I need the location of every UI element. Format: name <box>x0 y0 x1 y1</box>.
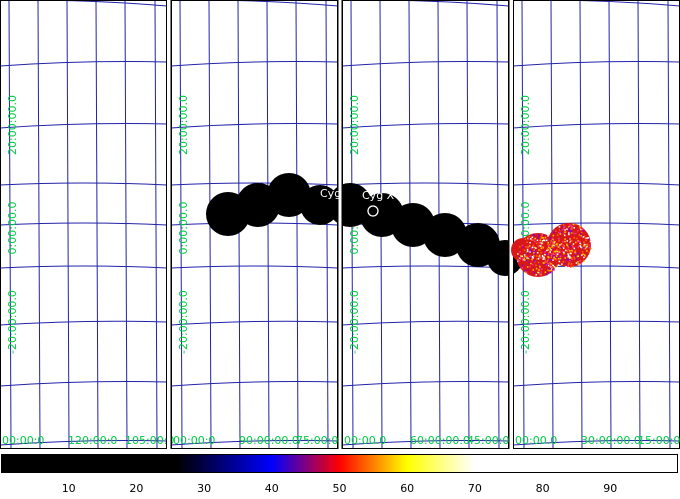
grid-parallel <box>513 381 680 387</box>
colorbar-tick-label: 30 <box>197 482 212 495</box>
ra-label: 60:00:00.0 <box>410 434 470 447</box>
dec-label: -20:00:00.0 <box>177 290 190 354</box>
grid-parallel <box>513 61 680 67</box>
panel-gap <box>509 0 513 449</box>
ra-label: 120:00:0 <box>68 434 117 447</box>
ra-label: 00:00.0 <box>515 434 557 447</box>
grid-parallel <box>171 320 338 326</box>
grid-parallel <box>342 265 509 269</box>
panel-gap <box>338 0 342 449</box>
colorbar-tick-label: 60 <box>400 482 415 495</box>
grid-parallel <box>171 381 338 387</box>
panel-gap <box>167 0 171 449</box>
sky-panel-1[interactable]: 20:00:00.0 0:00:00.0 -20:00:00.0 00:00:0 120… <box>0 0 174 449</box>
grid-parallel <box>0 123 167 129</box>
dec-label: -20:00:00.0 <box>348 290 361 354</box>
ra-label: 00:00:0 <box>2 434 44 447</box>
dec-label: 0:00:00.0 <box>177 202 190 255</box>
ra-label: 15:00:0 <box>638 434 680 447</box>
sky-map-panels[interactable]: 20:00:00.0 0:00:00.0 -20:00:00.0 00:00:0 120… <box>0 0 680 454</box>
grid-parallel <box>342 320 509 326</box>
sky-panel-4[interactable]: 20:00:00.00:00:00.0-20:00:00.000:00.0 30:… <box>513 0 680 449</box>
colorbar-tick-label: 40 <box>264 482 279 495</box>
ra-label: 30:00:00.0 <box>581 434 641 447</box>
grid-parallel <box>0 61 167 67</box>
grid-parallel <box>513 123 680 129</box>
source-label: Cyg X-1 <box>362 189 405 202</box>
grid-parallel <box>0 222 167 226</box>
dec-label: 20:00:00.0 <box>348 95 361 155</box>
grid-parallel <box>0 320 167 326</box>
grid-parallel <box>513 182 680 186</box>
ra-label: 90:00:00.0 <box>239 434 299 447</box>
ra-label: 75:00:0 <box>296 434 338 447</box>
colorbar-tick-label: 70 <box>467 482 482 495</box>
dec-label: -20:00:00.0 <box>519 290 532 354</box>
dec-label: 20:00:00.0 <box>519 95 532 155</box>
grid-parallel <box>342 182 509 186</box>
grid-meridian <box>66 0 70 449</box>
ra-label: 00:00.0 <box>344 434 386 447</box>
grid-meridian <box>37 0 41 449</box>
grid-parallel <box>0 265 167 269</box>
source-label: Cyg <box>320 187 341 200</box>
grid-parallel <box>342 381 509 387</box>
colorbar <box>1 454 678 473</box>
grid-parallel <box>342 61 509 67</box>
colorbar-tick-label: 50 <box>332 482 347 495</box>
grid-parallel <box>171 265 338 269</box>
dec-label: 0:00:00.0 <box>6 202 19 255</box>
sky-map-viewer: 20:00:00.0 0:00:00.0 -20:00:00.0 00:00:0 120… <box>0 0 680 499</box>
grid-parallel <box>513 320 680 326</box>
grid-parallel <box>513 222 680 226</box>
colorbar-ticks: 10 20 30 40 50 60 70 80 90 <box>0 473 680 499</box>
grid-parallel <box>0 182 167 186</box>
colorbar-tick-label: 90 <box>603 482 618 495</box>
grid-meridian <box>579 0 583 449</box>
colorbar-tick-label: 20 <box>129 482 144 495</box>
grid-meridian <box>550 0 554 449</box>
dec-label: -20:00:00.0 <box>6 290 19 354</box>
colorbar-tick-label: 10 <box>61 482 76 495</box>
dec-label: 20:00:00.0 <box>177 95 190 155</box>
grid-parallel <box>171 123 338 129</box>
grid-parallel <box>342 123 509 129</box>
ra-label: 45:00:0 <box>467 434 509 447</box>
colorbar-tick-label: 80 <box>535 482 550 495</box>
grid-parallel <box>171 61 338 67</box>
dec-label: 20:00:00.0 <box>6 95 19 155</box>
ra-label: 00:00:0 <box>173 434 215 447</box>
grid-parallel <box>0 381 167 387</box>
ra-label: 105:00:0 <box>125 434 174 447</box>
